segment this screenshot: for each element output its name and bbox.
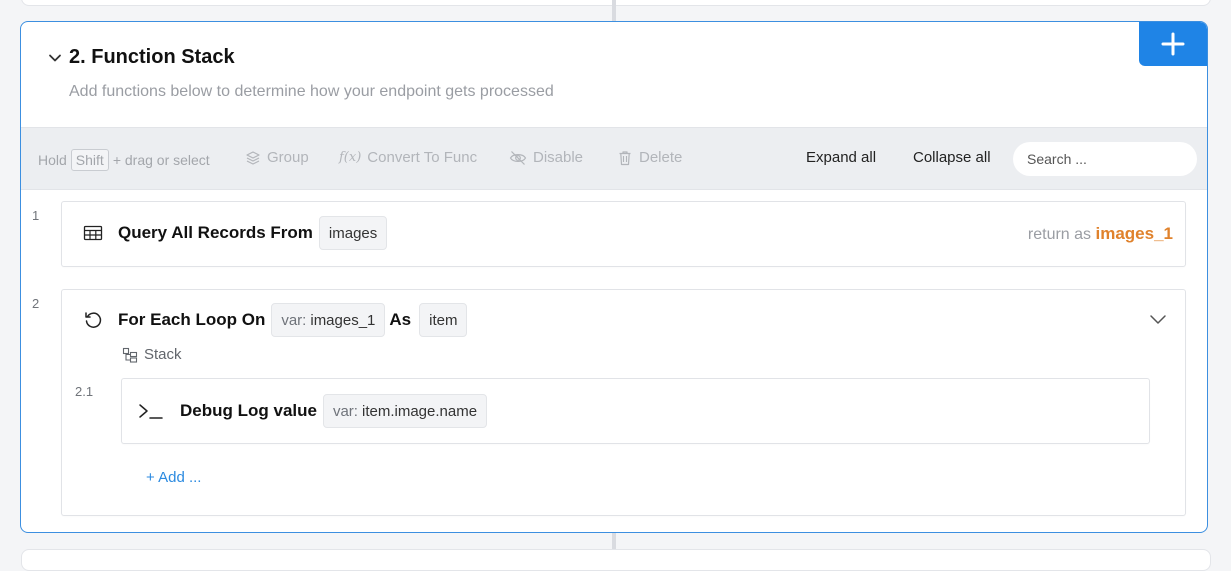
add-function-button[interactable] xyxy=(1139,22,1207,66)
stack-icon xyxy=(122,347,138,363)
table-icon xyxy=(82,222,104,244)
return-label: return as xyxy=(1027,226,1092,243)
disable-button[interactable]: Disable xyxy=(509,149,583,166)
loop-icon xyxy=(82,309,104,331)
delete-button[interactable]: Delete xyxy=(617,149,682,166)
terminal-icon xyxy=(138,400,164,422)
group-label: Group xyxy=(267,149,309,166)
layers-icon xyxy=(245,150,261,166)
step-number: 2.1 xyxy=(75,384,94,399)
add-child-function-button[interactable]: + Add ... xyxy=(146,469,201,486)
shift-key: Shift xyxy=(70,149,109,171)
group-button[interactable]: Group xyxy=(245,149,309,166)
item-pill[interactable]: item xyxy=(419,303,468,337)
stack-label: Stack xyxy=(122,346,182,363)
trash-icon xyxy=(617,150,633,166)
function-name: For Each Loop On xyxy=(118,310,266,329)
chevron-down-icon[interactable] xyxy=(45,48,65,68)
hold-text: Hold xyxy=(38,152,67,168)
value-variable-pill[interactable]: var: item.image.name xyxy=(322,394,488,428)
convert-label: Convert To Func xyxy=(367,149,478,166)
function-name: Query All Records From xyxy=(118,223,313,242)
step-number: 2 xyxy=(32,296,40,311)
collapse-all-button[interactable]: Collapse all xyxy=(913,149,991,166)
return-as-label: return as images_1 xyxy=(1028,224,1173,244)
search-input[interactable] xyxy=(1013,142,1197,176)
plus-icon xyxy=(1161,32,1185,56)
step-number: 1 xyxy=(32,208,40,223)
function-icon: f(x) xyxy=(339,150,362,165)
next-section-card xyxy=(21,549,1211,571)
function-card-query[interactable]: Query All Records From images return as … xyxy=(61,201,1186,267)
selection-hint: Hold Shift + drag or select xyxy=(38,149,210,171)
convert-to-func-button[interactable]: f(x) Convert To Func xyxy=(339,149,477,166)
var-name: item.image.name xyxy=(361,402,478,420)
function-stack-panel: 2. Function Stack Add functions below to… xyxy=(20,21,1208,533)
section-subtitle: Add functions below to determine how you… xyxy=(69,83,554,100)
disable-label: Disable xyxy=(533,149,584,166)
chevron-down-icon[interactable] xyxy=(1149,312,1167,330)
table-pill[interactable]: images xyxy=(318,216,388,250)
previous-section-card xyxy=(21,0,1211,6)
function-name: Debug Log value xyxy=(180,401,317,420)
connector-line-top xyxy=(612,0,616,22)
var-prefix: var: xyxy=(332,402,358,420)
section-title: 2. Function Stack xyxy=(69,46,235,68)
expand-all-button[interactable]: Expand all xyxy=(806,149,876,166)
loop-variable-pill[interactable]: var: images_1 xyxy=(271,303,386,337)
stack-text: Stack xyxy=(144,346,182,363)
drag-text: + drag or select xyxy=(112,152,210,168)
section-header: 2. Function Stack xyxy=(45,46,235,69)
delete-label: Delete xyxy=(639,149,683,166)
eye-off-icon xyxy=(509,150,527,166)
var-name: images_1 xyxy=(310,311,376,329)
return-variable[interactable]: images_1 xyxy=(1096,224,1174,243)
var-prefix: var: xyxy=(281,311,307,329)
as-label: As xyxy=(389,310,412,329)
function-card-debug-log[interactable]: Debug Log value var: item.image.name xyxy=(121,378,1150,444)
function-toolbar: Hold Shift + drag or select Group f(x) C… xyxy=(21,127,1207,190)
function-card-foreach[interactable]: For Each Loop On var: images_1 As item S… xyxy=(61,289,1186,516)
